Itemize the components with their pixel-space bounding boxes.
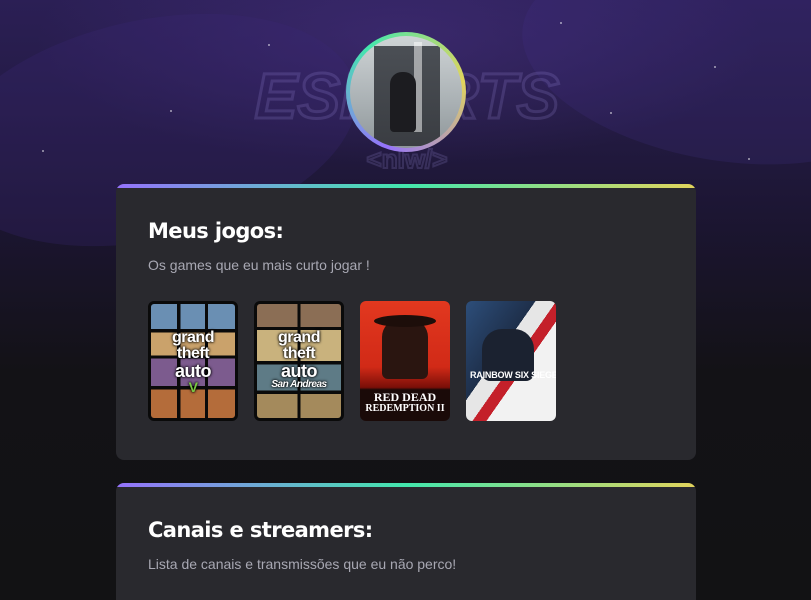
cover-text: auto [175,361,212,381]
games-subtitle: Os games que eu mais curto jogar ! [148,257,370,273]
cover-text: theft [176,345,210,362]
cover-text: RED DEAD [373,390,437,404]
star-decoration [42,150,44,152]
star-decoration [610,112,612,114]
games-card: Meus jogos: Os games que eu mais curto j… [116,184,696,460]
profile-photo-icon [350,36,462,148]
game-red-dead-redemption-2[interactable]: RED DEAD REDEMPTION II [360,301,450,421]
channels-card: Canais e streamers: Lista de canais e tr… [116,483,696,600]
star-decoration [268,44,270,46]
cover-text: grand [278,329,320,346]
games-title: Meus jogos: [148,219,284,243]
cover-text: theft [282,345,316,362]
channels-title: Canais e streamers: [148,518,373,542]
game-gta-san-andreas[interactable]: grand theft auto San Andreas [254,301,344,421]
games-list: grand theft auto V grand theft auto San … [148,301,664,421]
cover-text: V [188,379,198,395]
cover-text: auto [281,361,318,381]
game-gta-v[interactable]: grand theft auto V [148,301,238,421]
star-decoration [170,110,172,112]
star-decoration [560,22,562,24]
star-decoration [714,66,716,68]
cover-text: REDEMPTION II [365,403,445,414]
cover-text: San Andreas [271,379,327,390]
star-decoration [748,158,750,160]
avatar [346,32,466,152]
cover-text: RAINBOW SIX SIEGE [470,370,556,380]
cover-text: grand [172,329,214,346]
game-rainbow-six-siege[interactable]: RAINBOW SIX SIEGE [466,301,556,421]
channels-subtitle: Lista de canais e transmissões que eu nã… [148,556,457,572]
